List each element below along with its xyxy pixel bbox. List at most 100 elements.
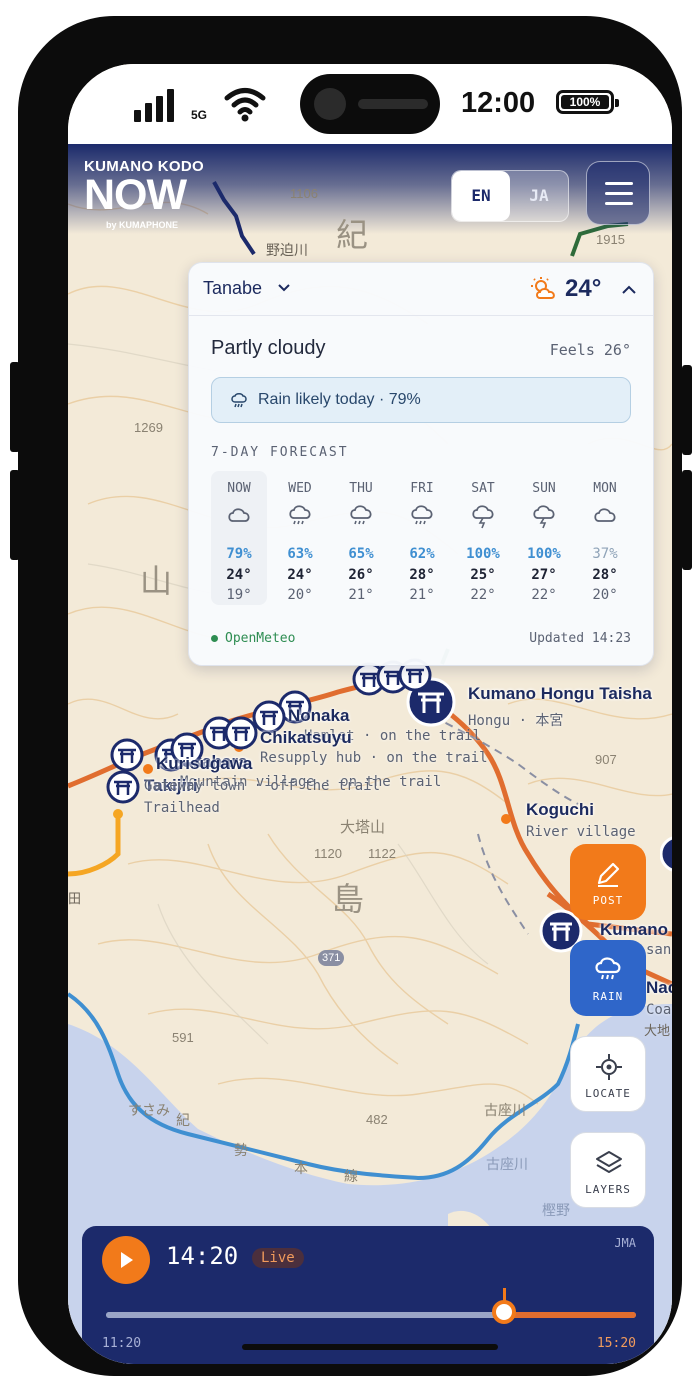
map-kanji: 山 [140,562,173,600]
dynamic-island [300,74,440,134]
forecast-low: 21° [348,587,374,603]
action-button[interactable] [682,470,692,570]
place-name[interactable]: Nac [646,978,672,998]
rain-cloud-icon [595,957,621,980]
forecast-day-name: SAT [471,481,495,496]
map-label: 1106 [290,186,318,201]
place-name[interactable]: Chikatsuyu [260,728,352,748]
cloud-icon [228,508,250,522]
map-kanji: 線 [344,1168,358,1184]
weather-temperature: 24° [565,275,602,302]
forecast-low: 20° [592,587,618,603]
forecast-low: 21° [409,587,435,603]
place-subtitle: Hongu · 本宮 [468,713,564,729]
forecast-day: SUN 100% 27° 22° [516,471,572,605]
map-kanji: すさみ [128,1102,170,1118]
lang-option-en[interactable]: EN [452,171,510,221]
post-button[interactable]: POST [570,844,646,920]
weather-location[interactable]: Tanabe [203,278,262,299]
slider-end-time: 15:20 [596,1336,636,1351]
map-kanji: 古座川 [484,1102,526,1118]
shrine-icon[interactable] [224,716,258,750]
layers-icon [596,1151,622,1173]
hamburger-icon [605,182,633,185]
place-name[interactable]: Koguchi [526,800,594,820]
forecast-title: 7-DAY FORECAST [211,445,349,460]
chevron-up-icon[interactable] [621,283,637,297]
phone-frame: 5G 12:00 100% 1106 1915 1269 907 1120 11… [18,16,682,1376]
weather-header[interactable]: Tanabe 24° [189,263,653,316]
status-time: 12:00 [461,87,536,119]
lang-option-ja[interactable]: JA [510,171,568,221]
forecast-low: 20° [287,587,313,603]
player-time: 14:20 [166,1242,239,1270]
forecast-days: NOW 79% 24° 19° WED 63% 24° 20° THU 65% [211,471,643,605]
forecast-precip: 100% [466,546,500,562]
place-subtitle: Resupply hub · on the trail [260,750,488,766]
slider-start-time: 11:20 [102,1336,142,1351]
rain-button[interactable]: RAIN [570,940,646,1016]
place-name[interactable]: Kumano [600,920,668,940]
forecast-day-name: THU [349,481,373,496]
locate-button-label: LOCATE [585,1087,631,1100]
source-status-dot [211,635,218,642]
forecast-low: 22° [470,587,496,603]
rain-icon [411,505,433,525]
forecast-day-name: SUN [532,481,556,496]
slider-thumb[interactable] [491,1300,516,1324]
weather-updated: Updated 14:23 [529,631,631,646]
cloud-icon [594,508,616,522]
weather-condition: Partly cloudy [211,337,326,359]
live-badge: Live [252,1248,304,1268]
locate-button[interactable]: LOCATE [570,1036,646,1112]
map-label: 1120 [314,846,342,861]
radar-source: JMA [614,1236,636,1250]
forecast-day: NOW 79% 24° 19° [211,471,267,605]
forecast-high: 25° [470,567,496,583]
map-label: 907 [595,752,617,767]
map-label: 482 [366,1112,388,1127]
place-name[interactable]: Kurisugawa [156,754,252,774]
chevron-down-icon[interactable] [277,280,291,294]
route-shield: 371 [318,950,345,966]
forecast-day: THU 65% 26° 21° [333,471,389,605]
map-kanji: 勢 [234,1142,248,1158]
play-button[interactable] [102,1236,150,1284]
battery-icon: 100% [556,90,619,114]
map-label: 1915 [596,232,625,247]
forecast-high: 28° [409,567,435,583]
place-subtitle: Coa [646,1002,672,1018]
shrine-icon[interactable] [106,770,140,804]
forecast-low: 22° [531,587,557,603]
place-subtitle: Gateway town · off the trail [144,778,381,794]
rain-alert-text: Rain likely today · 79% [258,391,421,408]
forecast-high: 24° [287,567,313,583]
home-indicator[interactable] [242,1344,498,1350]
post-button-label: POST [592,894,624,907]
time-slider[interactable] [106,1312,636,1318]
layers-button-label: LAYERS [585,1183,631,1196]
map-view[interactable]: 1106 1915 1269 907 1120 1122 371 591 482… [68,144,672,1364]
layers-button[interactable]: LAYERS [570,1132,646,1208]
shrine-icon[interactable] [110,738,144,772]
forecast-precip: 63% [287,546,313,562]
weather-source-label: OpenMeteo [225,631,296,646]
partly-cloudy-icon [531,277,555,299]
forecast-day-name: WED [288,481,312,496]
forecast-precip: 37% [592,546,618,562]
battery-level: 100% [561,95,609,109]
map-kanji: 紀 [176,1112,190,1128]
app-logo: KUMANO KODO NOW by KUMAPHONE [84,158,204,230]
shrine-icon[interactable] [660,834,672,874]
forecast-day-name: FRI [410,481,434,496]
map-label: 1122 [368,846,396,861]
place-name[interactable]: Nonaka [288,706,349,726]
weather-source[interactable]: OpenMeteo [211,631,295,646]
map-label: 1269 [134,420,163,435]
place-name[interactable]: Kumano Hongu Taisha [468,684,652,704]
language-toggle[interactable]: EN JA [451,170,569,222]
map-label: 591 [172,1030,194,1045]
map-kanji: 本 [294,1160,308,1176]
power-button[interactable] [682,365,692,455]
menu-button[interactable] [586,161,650,225]
